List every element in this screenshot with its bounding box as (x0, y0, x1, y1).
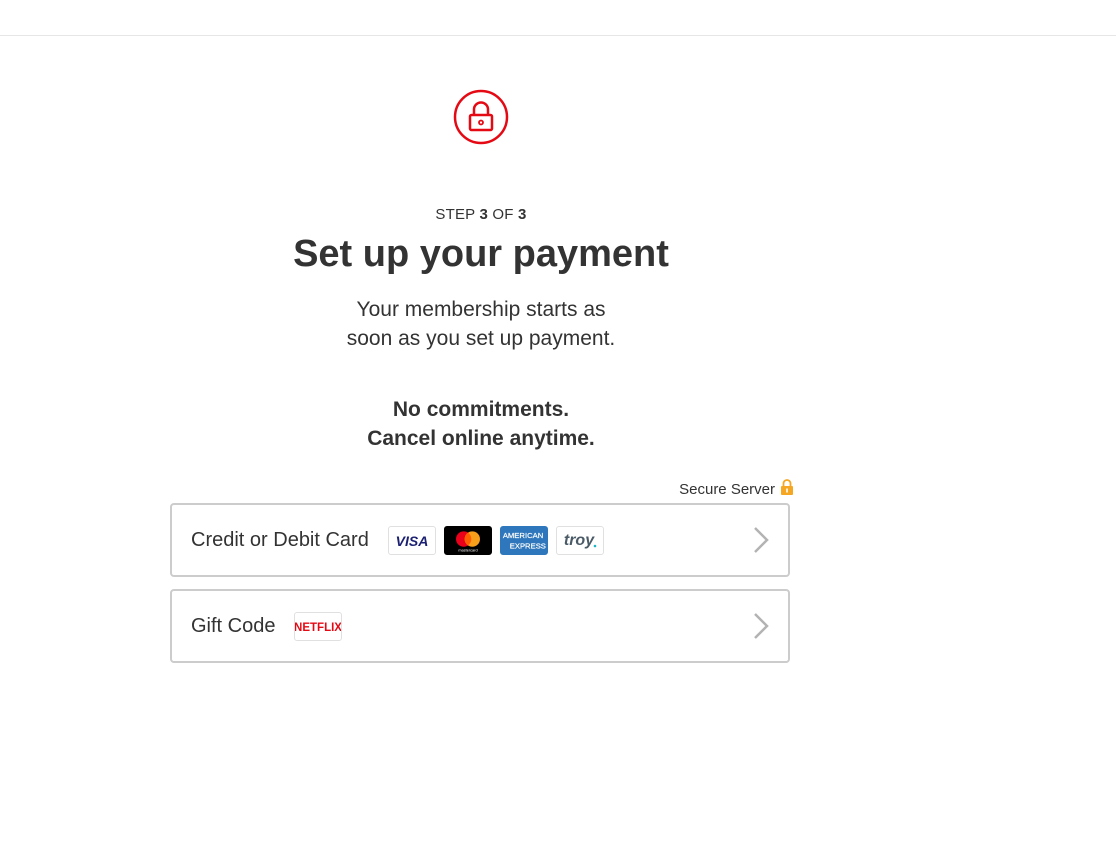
netflix-logo: NETFLIX (294, 611, 343, 641)
mastercard-logo: mastercard (443, 525, 492, 555)
commitment-note: No commitments. Cancel online anytime. (306, 395, 656, 453)
step-current: 3 (479, 206, 489, 223)
svg-text:AMERICAN: AMERICAN (503, 531, 543, 540)
secure-server-indicator: Secure Server (679, 478, 794, 500)
gift-logos: NETFLIX (294, 611, 343, 641)
svg-text:VISA: VISA (396, 533, 429, 549)
padlock-icon (780, 478, 794, 500)
gift-code-option[interactable]: Gift Code NETFLIX (170, 589, 790, 663)
page-title: Set up your payment (293, 233, 669, 275)
credit-debit-card-label: Credit or Debit Card (191, 528, 369, 551)
step-total: 3 (518, 206, 527, 223)
step-indicator: STEP 3 OF 3 (170, 206, 792, 223)
page-subtitle: Your membership starts as soon as you se… (346, 298, 616, 350)
lock-icon (453, 89, 509, 145)
visa-logo: VISA (387, 525, 436, 555)
commitment-line-2: Cancel online anytime. (367, 427, 595, 450)
troy-logo: troy (555, 525, 604, 555)
svg-text:NETFLIX: NETFLIX (295, 622, 341, 634)
chevron-right-icon (752, 526, 770, 554)
step-prefix: STEP (435, 206, 476, 223)
card-logos: VISA mastercard AMERICAN EXPRESS troy (387, 525, 604, 555)
chevron-right-icon (752, 612, 770, 640)
commitment-line-1: No commitments. (392, 398, 570, 421)
svg-text:troy: troy (564, 532, 595, 549)
gift-code-label: Gift Code (191, 614, 276, 637)
header-bar (0, 0, 1116, 36)
svg-text:EXPRESS: EXPRESS (510, 541, 546, 550)
credit-debit-card-option[interactable]: Credit or Debit Card VISA mastercard AME… (170, 503, 790, 577)
svg-text:mastercard: mastercard (458, 548, 477, 552)
secure-server-label: Secure Server (679, 480, 775, 498)
step-of: OF (492, 206, 514, 223)
american-express-logo: AMERICAN EXPRESS (499, 525, 548, 555)
